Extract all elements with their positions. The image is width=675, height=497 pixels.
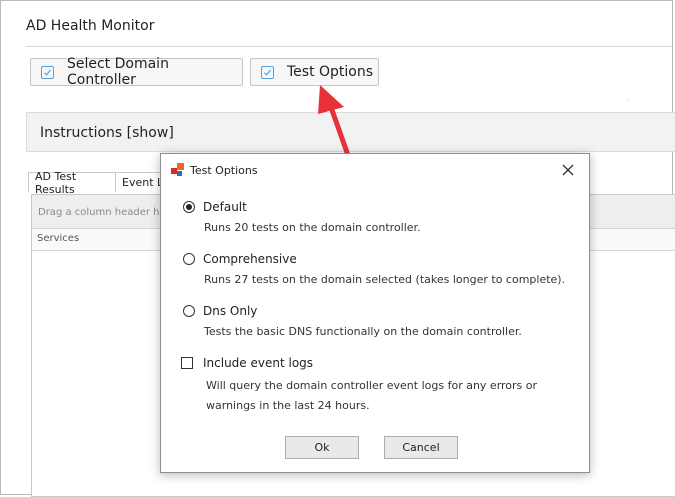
option-dns-only-description: Tests the basic DNS functionally on the … (204, 325, 522, 338)
check-icon (41, 65, 54, 79)
header-divider (26, 46, 672, 47)
include-event-logs-label: Include event logs (203, 356, 314, 370)
include-event-logs-option[interactable]: Include event logs (181, 356, 313, 370)
option-dns-only-label: Dns Only (203, 304, 258, 318)
ok-button[interactable]: Ok (285, 436, 359, 459)
dialog-title: Test Options (190, 164, 258, 177)
check-icon (261, 65, 274, 79)
option-default[interactable]: Default (183, 200, 247, 214)
close-icon[interactable] (561, 163, 575, 177)
radio-comprehensive[interactable] (183, 253, 195, 265)
divider-dot (627, 100, 628, 101)
radio-dns-only[interactable] (183, 305, 195, 317)
option-default-description: Runs 20 tests on the domain controller. (204, 221, 421, 234)
option-dns-only[interactable]: Dns Only (183, 304, 257, 318)
select-domain-controller-label: Select Domain Controller (66, 56, 169, 88)
event-logs-description-line2: warnings in the last 24 hours. (206, 399, 370, 412)
radio-default[interactable] (183, 201, 195, 213)
cancel-button[interactable]: Cancel (384, 436, 458, 459)
option-comprehensive[interactable]: Comprehensive (183, 252, 297, 266)
option-comprehensive-description: Runs 27 tests on the domain selected (ta… (204, 273, 566, 286)
tab-ad-test-results[interactable]: AD Test Results (28, 170, 116, 196)
include-event-logs-checkbox[interactable] (181, 357, 193, 369)
app-logo-icon (171, 163, 184, 176)
option-comprehensive-label: Comprehensive (203, 252, 297, 266)
option-default-label: Default (203, 200, 247, 214)
test-options-dialog: Test Options Default Runs 20 tests on th… (160, 153, 590, 473)
instructions-label[interactable]: Instructions [show] (40, 125, 174, 141)
app-title: AD Health Monitor (26, 18, 155, 34)
select-domain-controller-button[interactable]: Select Domain Controller (30, 56, 243, 88)
dialog-titlebar[interactable]: Test Options (161, 154, 589, 186)
event-logs-description-line1: Will query the domain controller event l… (206, 379, 538, 392)
test-options-label: Test Options (287, 64, 374, 80)
tab-label: AD Test Results (35, 169, 77, 196)
